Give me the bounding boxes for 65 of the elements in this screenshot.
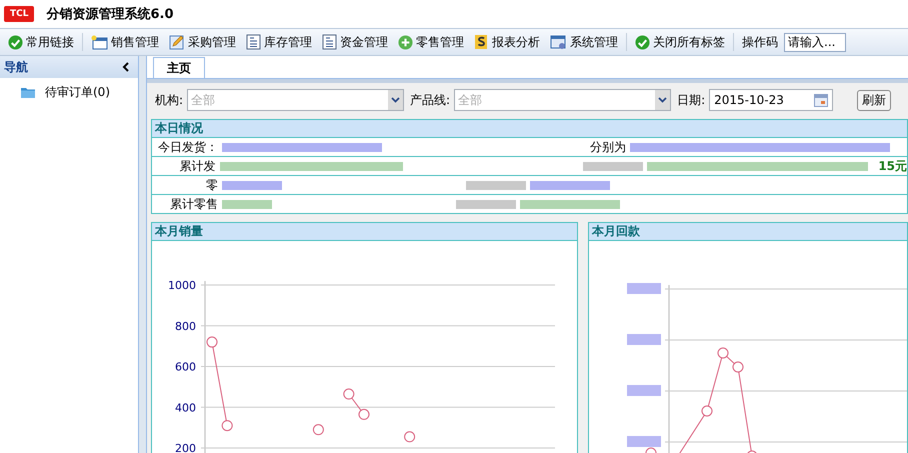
toolbar-button[interactable]: 销售管理 (87, 32, 163, 52)
folder-icon (20, 86, 36, 99)
toolbar-button[interactable]: 资金管理 (318, 32, 392, 52)
row-label: 分别为 (589, 138, 626, 156)
toolbar-button[interactable]: 采购管理 (165, 32, 240, 52)
logo: TCL (4, 6, 34, 22)
navigation-title: 导航 (4, 58, 28, 76)
window-icon (91, 34, 108, 50)
check-icon (8, 34, 23, 50)
filter-label: 产品线: (410, 92, 450, 108)
report-icon (474, 34, 489, 50)
check-icon (635, 34, 650, 50)
filter-label: 日期: (677, 92, 706, 108)
axis-tick-label: 200 (175, 442, 196, 453)
data-point (206, 336, 218, 348)
data-point (732, 362, 744, 372)
axis-tick-label: 800 (175, 320, 196, 333)
redacted-value (222, 200, 272, 208)
document-icon (246, 34, 261, 50)
tab[interactable]: 主页 (153, 57, 205, 78)
document-icon (322, 34, 337, 50)
code-input-field[interactable]: 请输入... (784, 32, 846, 52)
data-point (358, 408, 370, 420)
axis-tick-label: 600 (175, 360, 196, 374)
redacted-value (222, 180, 282, 190)
axis-tick-label: 400 (175, 401, 196, 414)
refresh-button[interactable]: 刷新 (857, 90, 892, 110)
app-title: 分销资源管理系统6.0 (46, 6, 174, 23)
row-label: 今日发货： (157, 138, 218, 156)
redacted-tick-label (627, 283, 661, 294)
row-label: 零 (205, 176, 218, 194)
data-point (312, 424, 324, 436)
panel-title: 本月回款 (592, 224, 640, 238)
calendar-icon (814, 94, 828, 106)
data-point (702, 406, 712, 416)
amount-text: 15元 (877, 158, 908, 174)
redacted-tick-label (627, 334, 661, 345)
code-label: 操作码 (741, 34, 779, 50)
panel-title: 本月销量 (155, 224, 203, 238)
row-label: 累计零售 (169, 196, 218, 212)
system-icon (550, 34, 567, 50)
date-field[interactable]: 2015-10-23 (709, 89, 834, 111)
redacted-label (582, 162, 643, 170)
data-point (222, 420, 233, 432)
redacted-label (466, 180, 526, 190)
toolbar-button[interactable]: 系统管理 (546, 32, 622, 52)
navigation-item[interactable]: 待审订单(0) (0, 78, 138, 101)
data-point (404, 431, 416, 442)
collapse-icon[interactable] (122, 62, 130, 72)
toolbar-button[interactable]: 报表分析 (470, 32, 544, 52)
plus-icon (398, 34, 413, 50)
redacted-tick-label (627, 385, 661, 396)
row-label: 累计发 (178, 158, 216, 174)
data-point (343, 388, 354, 400)
toolbar-button[interactable]: 常用链接 (4, 32, 78, 52)
data-point (718, 348, 728, 358)
toolbar-button[interactable]: 零售管理 (394, 32, 468, 52)
redacted-tick-label (627, 436, 661, 447)
redacted-label (456, 200, 516, 208)
toolbar-button[interactable]: 关闭所有标签 (631, 32, 729, 52)
axis-tick-label: 1000 (168, 279, 196, 292)
toolbar-button[interactable]: 库存管理 (242, 32, 316, 52)
filter-label: 机构: (155, 92, 184, 108)
panel-title: 本日情况 (155, 121, 203, 135)
pencil-icon (169, 34, 185, 50)
